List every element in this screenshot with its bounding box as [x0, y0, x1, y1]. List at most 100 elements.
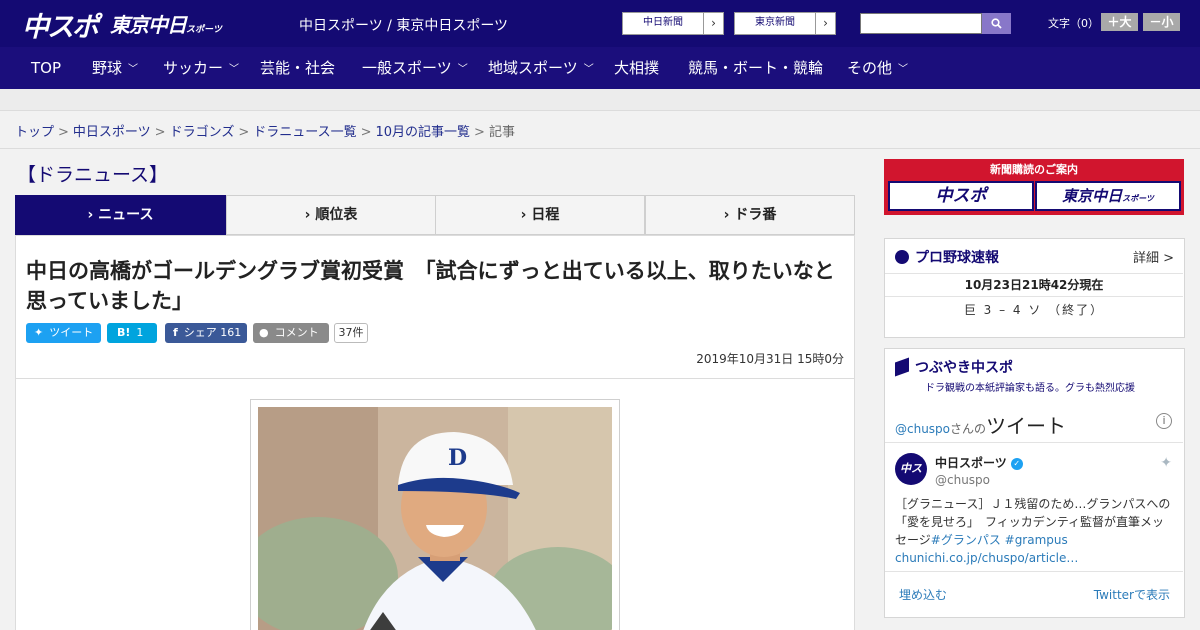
search-button[interactable] [982, 13, 1011, 34]
divider [16, 378, 854, 379]
baseball-title: プロ野球速報 [915, 250, 999, 266]
avatar[interactable]: 中スポ [895, 453, 927, 507]
player-photo-illustration: D [258, 407, 612, 630]
tweet-hashtags[interactable]: #グランパス #grampus [931, 533, 1068, 547]
search-input[interactable] [860, 13, 982, 34]
baseball-detail-link[interactable]: 詳細 > [1133, 247, 1174, 266]
subscription-title: 新聞購読のご案内 [990, 163, 1078, 176]
tweet-label: ツイート [49, 326, 94, 339]
divider [0, 148, 1200, 149]
breadcrumb-october-list[interactable]: 10月の記事一覧 [376, 125, 471, 140]
tweet-link[interactable]: chunichi.co.jp/chuspo/article… [895, 551, 1078, 565]
info-icon[interactable]: i [1156, 413, 1172, 429]
tweets-header: @chuspoさんのツイート [895, 410, 1066, 439]
font-size-down-button[interactable]: －小 [1143, 13, 1180, 31]
san-text: さんの [950, 422, 987, 436]
chevron-down-icon: ﹀ [229, 64, 240, 75]
divider [885, 442, 1183, 443]
subscribe-tokyo-text: 東京中日 [1062, 187, 1123, 205]
tweet-button[interactable]: ✦ ツイート [26, 323, 101, 343]
chevron-right-icon: › [815, 13, 835, 34]
nav-label: 野球 [92, 59, 123, 77]
article-photo[interactable]: D [258, 407, 612, 630]
nav-soccer[interactable]: サッカー ﹀ [163, 47, 239, 89]
tab-news[interactable]: › ニュース [15, 195, 226, 242]
chevron-down-icon: ﹀ [128, 64, 139, 75]
font-size-up-button[interactable]: ＋大 [1101, 13, 1138, 31]
svg-text:D: D [448, 445, 467, 471]
chuspo-logo[interactable]: 中スポ [22, 5, 99, 44]
megaphone-icon [895, 357, 909, 377]
breadcrumb-separator: > [238, 125, 250, 140]
widget-title: つぶやき中スポ ドラ観戦の本紙評論家も語る。グラも熱烈応援 [895, 357, 1135, 394]
nav-top[interactable]: TOP [31, 47, 61, 89]
tokyo-logo-text: 東京中日 [110, 13, 187, 37]
nav-general-sports[interactable]: 一般スポーツ ﹀ [362, 47, 468, 89]
tokyo-logo-small: スポーツ [186, 25, 222, 35]
tokyo-shimbun-link[interactable]: 東京新聞 › [734, 12, 836, 35]
ad-strip [0, 89, 1200, 111]
twitter-widget: つぶやき中スポ ドラ観戦の本紙評論家も語る。グラも熱烈応援 @chuspoさんの… [884, 348, 1185, 618]
breadcrumb-separator: > [474, 125, 485, 140]
twitter-bird-icon[interactable]: ✦ [1160, 455, 1172, 471]
subscribe-tokyo-button[interactable]: 東京中日スポーツ [1035, 181, 1181, 211]
site-tagline[interactable]: 中日スポーツ / 東京中日スポーツ [299, 15, 508, 35]
nav-local-sports[interactable]: 地域スポーツ ﹀ [488, 47, 594, 89]
nav-other[interactable]: その他 ﹀ [847, 47, 908, 89]
font-size-label: 文字（0） [1048, 17, 1099, 30]
breadcrumb-dragons[interactable]: ドラゴンズ [170, 125, 235, 140]
hatena-count: 1 [136, 326, 144, 339]
comment-count[interactable]: 37件 [334, 323, 368, 343]
hatena-bookmark-button[interactable]: B! 1 [107, 323, 157, 343]
score-timestamp: 10月23日21時42分現在 [885, 273, 1183, 297]
nav-label: TOP [31, 59, 62, 77]
link-label: 東京新聞 [755, 17, 795, 28]
facebook-share-button[interactable]: f シェア 161 [165, 323, 247, 343]
widget-title: プロ野球速報 [895, 247, 999, 267]
article-date: 2019年10月31日 15時0分 [696, 352, 844, 366]
speech-bubble-icon: ● [259, 326, 269, 339]
breadcrumb-top[interactable]: トップ [15, 125, 54, 140]
view-on-twitter-link[interactable]: Twitterで表示 [1094, 586, 1170, 603]
main-nav: TOP 野球 ﹀ サッカー ﹀ 芸能・社会 一般スポーツ ﹀ 地域スポーツ ﹀ 大相撲 … [0, 47, 1200, 89]
link-label: 中日新聞 [643, 17, 683, 28]
twitter-bird-icon: ✦ [34, 326, 44, 339]
subscribe-chuspo-button[interactable]: 中スポ [888, 181, 1034, 211]
nav-baseball[interactable]: 野球 ﹀ [92, 47, 138, 89]
nav-racing[interactable]: 競馬・ボート・競輪 [688, 47, 823, 89]
chevron-right-icon: › [520, 207, 527, 223]
comment-button[interactable]: ● コメント [253, 323, 329, 343]
tweet-author-name[interactable]: 中日スポーツ ✓ [935, 454, 1023, 471]
nav-sumo[interactable]: 大相撲 [614, 47, 659, 89]
tab-dora-ban[interactable]: › ドラ番 [645, 195, 855, 235]
embed-link[interactable]: 埋め込む [899, 586, 947, 603]
chevron-right-icon: › [703, 13, 723, 34]
tab-label: 順位表 [315, 207, 358, 223]
account-link[interactable]: @chuspo [895, 422, 950, 436]
tsubuyaki-title: つぶやき中スポ [915, 360, 1013, 376]
tweet-author-handle[interactable]: @chuspo [935, 473, 990, 487]
tweet-text: ［グラニュース］Ｊ１残留のため…グランパスへの「愛を見せろ」 フィッカデンティ監… [895, 495, 1175, 567]
chevron-down-icon: ﹀ [457, 64, 468, 75]
facebook-label: シェア [183, 326, 217, 339]
chevron-right-icon: › [87, 207, 94, 223]
tab-label: 日程 [531, 207, 560, 223]
nav-label: 地域スポーツ [488, 59, 578, 77]
chunichi-shimbun-link[interactable]: 中日新聞 › [622, 12, 724, 35]
tab-label: ニュース [98, 207, 154, 223]
breadcrumb-dora-news-list[interactable]: ドラニュース一覧 [253, 125, 356, 140]
nav-entertainment[interactable]: 芸能・社会 [260, 47, 335, 89]
breadcrumb-chunichi-sports[interactable]: 中日スポーツ [73, 125, 151, 140]
subscription-banner[interactable]: 新聞購読のご案内 中スポ 東京中日スポーツ [884, 159, 1184, 215]
game-score[interactable]: 巨 3 – 4 ソ （終了） [885, 301, 1183, 318]
tab-standings[interactable]: › 順位表 [226, 195, 436, 235]
verified-icon: ✓ [1010, 457, 1023, 470]
tab-schedule[interactable]: › 日程 [435, 195, 645, 235]
tokyo-chunichi-logo[interactable]: 東京中日スポーツ [110, 9, 222, 38]
nav-label: サッカー [163, 59, 224, 77]
section-tabs: › ニュース › 順位表 › 日程 › ドラ番 [15, 195, 855, 242]
chevron-right-icon: › [304, 207, 311, 223]
facebook-count: 161 [220, 326, 242, 339]
breadcrumb-separator: > [58, 125, 69, 140]
comment-label: コメント [274, 326, 319, 339]
